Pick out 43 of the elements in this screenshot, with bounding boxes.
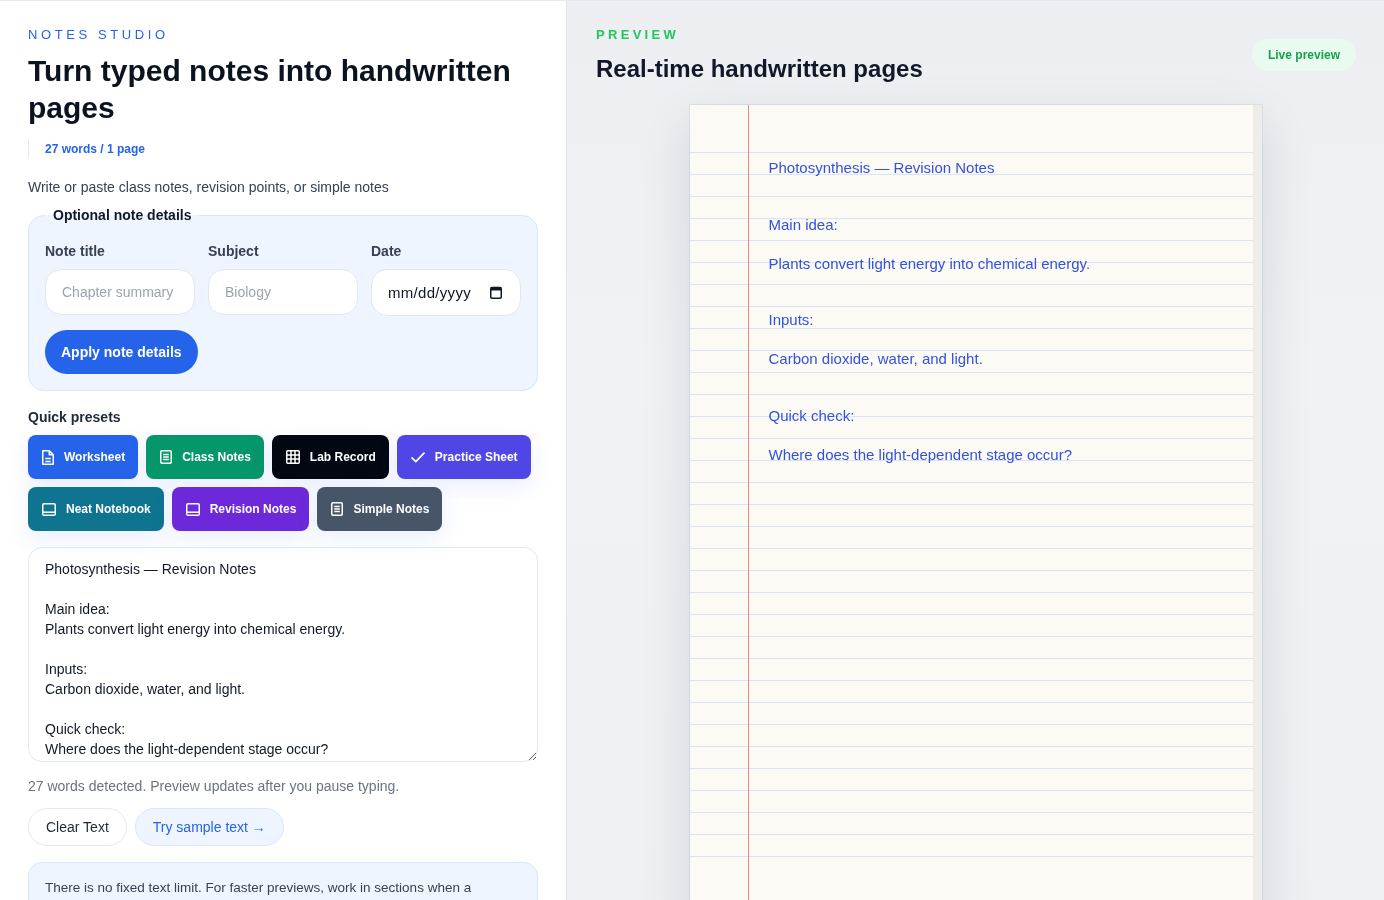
handwritten-line: Main idea: bbox=[768, 214, 838, 235]
preview-heading: Real-time handwritten pages bbox=[596, 54, 923, 84]
handwritten-line: Quick check: bbox=[768, 405, 855, 426]
clear-button[interactable]: Clear Text bbox=[28, 808, 127, 846]
page-heading: Turn typed notes into handwritten pages bbox=[28, 53, 512, 126]
field-label: Date bbox=[371, 242, 402, 261]
info-banner: There is no fixed text limit. For faster previews, work in sections when a bbox=[28, 862, 538, 900]
preset-button[interactable]: Worksheet bbox=[28, 435, 139, 479]
preset-button[interactable]: Class Notes bbox=[146, 435, 264, 479]
preset-button[interactable]: Lab Record bbox=[271, 435, 389, 479]
file-icon bbox=[42, 449, 54, 465]
status-badge: Live preview bbox=[1251, 39, 1356, 71]
book-icon bbox=[42, 502, 56, 516]
field-label: Subject bbox=[208, 242, 259, 261]
handwritten-line: Photosynthesis — Revision Notes bbox=[768, 158, 995, 178]
text-field[interactable]: Chapter summary bbox=[45, 269, 195, 315]
handwritten-line: Where does the light-dependent stage occur? bbox=[768, 444, 1073, 465]
notes-field[interactable]: Photosynthesis — Revision Notes Main idea: Plants convert light energy into chemical energy. Inputs: Carbon dioxide, water, and light. Quick check: Where does the light-dependent stage occur? bbox=[28, 547, 538, 762]
document-icon bbox=[160, 450, 173, 464]
grid-icon bbox=[285, 450, 300, 464]
preset-button[interactable]: Simple Notes bbox=[317, 487, 443, 531]
preset-button[interactable]: Neat Notebook bbox=[28, 487, 164, 531]
section-label: PREVIEW bbox=[596, 27, 680, 43]
apply-button[interactable]: Apply note details bbox=[45, 330, 198, 374]
field-label: Note title bbox=[45, 242, 105, 261]
calendar-icon[interactable] bbox=[490, 286, 502, 299]
instructions-text: Write or paste class notes, revision points, or simple notes bbox=[28, 178, 389, 197]
handwritten-line: Inputs: bbox=[768, 310, 814, 330]
book-icon bbox=[185, 502, 200, 516]
document-icon bbox=[331, 502, 344, 516]
app-name: NOTES STUDIO bbox=[28, 27, 169, 43]
sample-text-button[interactable]: Try sample text → bbox=[134, 808, 284, 846]
handwritten-line: Carbon dioxide, water, and light. bbox=[768, 349, 983, 369]
date-field[interactable]: mm/dd/yyyy bbox=[371, 269, 521, 316]
status-text: 27 words detected. Preview updates after you pause typing. bbox=[28, 777, 400, 796]
preset-button[interactable]: Practice Sheet bbox=[396, 435, 531, 479]
check-icon bbox=[410, 451, 425, 463]
word-count: 27 words / 1 page bbox=[28, 140, 146, 158]
section-label: Quick presets bbox=[28, 408, 121, 427]
preset-button[interactable]: Revision Notes bbox=[171, 487, 310, 531]
text-field[interactable]: Biology bbox=[208, 269, 358, 315]
panel-title: Optional note details bbox=[52, 206, 193, 225]
handwritten-line: Plants convert light energy into chemical energy. bbox=[768, 253, 1091, 274]
